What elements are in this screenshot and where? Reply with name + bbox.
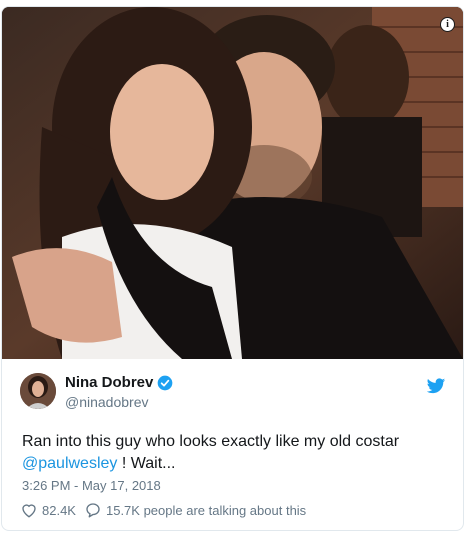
like-button[interactable]: 82.4K [20, 501, 76, 519]
tweet-text-end: ! Wait... [117, 455, 176, 472]
mention-link[interactable]: @paulwesley [22, 455, 117, 472]
speech-bubble-icon [86, 503, 100, 518]
tweet-text: Ran into this guy who looks exactly like… [22, 431, 442, 475]
name-row: Nina Dobrev [65, 374, 173, 391]
heart-icon [22, 504, 36, 518]
conversation-button[interactable]: 15.7K people are talking about this [84, 501, 306, 519]
tweet-timestamp[interactable]: 3:26 PM - May 17, 2018 [22, 478, 161, 493]
twitter-bird-icon[interactable] [426, 378, 446, 395]
tweet-photo[interactable]: i [2, 7, 463, 359]
tweet-actions: 82.4K 15.7K people are talking about thi… [20, 501, 306, 519]
author-name[interactable]: Nina Dobrev [65, 374, 153, 391]
avatar[interactable] [20, 373, 56, 409]
verified-badge-icon [158, 375, 173, 390]
author-handle[interactable]: @ninadobrev [65, 394, 149, 410]
talking-count: 15.7K people are talking about this [105, 502, 307, 518]
tweet-card: i Nina Dobrev @ninadobrev Ran into this … [1, 6, 464, 531]
tweet-author: Nina Dobrev @ninadobrev [20, 370, 450, 412]
like-count: 82.4K [42, 502, 76, 518]
avatar-image [20, 373, 56, 409]
photo-illustration [2, 7, 463, 359]
tweet-text-start: Ran into this guy who looks exactly like… [22, 433, 400, 450]
info-icon[interactable]: i [440, 17, 455, 32]
